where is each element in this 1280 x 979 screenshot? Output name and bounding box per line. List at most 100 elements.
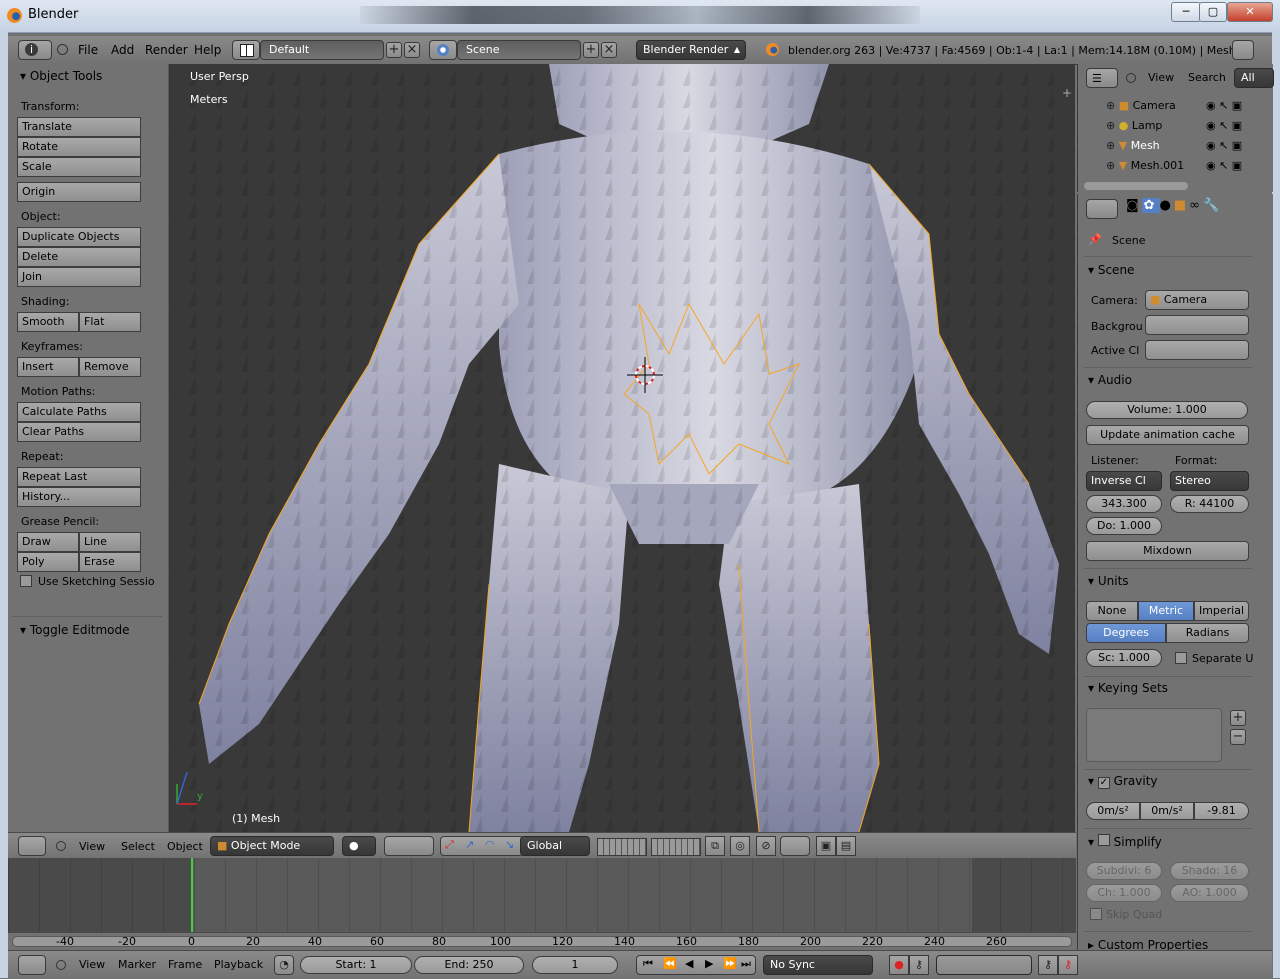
duplicate-objects-button[interactable]: Duplicate Objects — [17, 227, 141, 247]
play-reverse-icon[interactable]: ◀ — [685, 957, 693, 970]
modifiers-tab-icon[interactable]: 🔧 — [1203, 198, 1222, 213]
separate-units-checkbox[interactable] — [1175, 652, 1187, 664]
snap-element-dropdown[interactable] — [780, 836, 810, 856]
active-clip-field[interactable] — [1145, 340, 1249, 360]
3d-viewport[interactable]: User Persp Meters (1) Mesh y + — [169, 64, 1075, 832]
eye-icon[interactable]: ◉ ↖ ▣ — [1206, 96, 1242, 116]
draw-button[interactable]: Draw — [17, 532, 79, 552]
timeline-menu-playback[interactable]: Playback — [214, 958, 263, 971]
subdivision-field[interactable]: Subdivi: 6 — [1086, 862, 1162, 880]
scene-tab-icon[interactable]: ✿ — [1141, 198, 1160, 213]
editor-type-outliner-button[interactable]: ☰ — [1086, 68, 1118, 88]
gravity-z-field[interactable]: -9.81 — [1194, 802, 1249, 820]
smooth-button[interactable]: Smooth — [17, 312, 79, 332]
outliner-menu-search[interactable]: Search — [1188, 71, 1226, 84]
child-particles-field[interactable]: Ch: 1.000 — [1086, 884, 1162, 902]
layer-buttons-right[interactable] — [651, 838, 701, 856]
minimize-button[interactable]: ─ — [1171, 2, 1201, 22]
doppler-field[interactable]: Do: 1.000 — [1086, 517, 1162, 535]
scale-manipulator-icon[interactable]: ◠ — [485, 838, 495, 851]
screen-layout-icon[interactable] — [232, 40, 260, 60]
playback-controls[interactable]: ⏮ ⏪ ◀ ▶ ⏩ ⏭ — [636, 955, 756, 975]
degrees-button[interactable]: Degrees — [1086, 623, 1166, 643]
outliner-filter-dropdown[interactable]: All Sce — [1234, 68, 1274, 88]
sketching-session-checkbox[interactable] — [20, 575, 32, 587]
menu-render[interactable]: Render — [145, 43, 188, 57]
repeat-last-button[interactable]: Repeat Last — [17, 467, 141, 487]
rotate-manipulator-icon[interactable]: ↗ — [465, 838, 474, 851]
outliner-item-mesh[interactable]: ⊕ ▼ Mesh ◉ ↖ ▣ — [1106, 136, 1266, 156]
jump-start-icon[interactable]: ⏮ — [643, 957, 653, 971]
current-frame-field[interactable]: 1 — [532, 956, 618, 974]
next-keyframe-icon[interactable]: ⏩ — [723, 957, 737, 970]
constraints-tab-icon[interactable]: ∞ — [1189, 198, 1203, 213]
start-frame-field[interactable]: Start: 1 — [300, 956, 412, 974]
remove-layout-icon[interactable]: × — [404, 42, 420, 58]
audio-panel-header[interactable]: ▾ Audio — [1088, 373, 1132, 387]
render-engine-dropdown[interactable]: Blender Render ▲ — [636, 40, 746, 60]
gravity-x-field[interactable]: 0m/s² — [1086, 802, 1140, 820]
lock-layers-icon[interactable]: ⧉ — [705, 836, 725, 856]
line-button[interactable]: Line — [79, 532, 141, 552]
editor-type-timeline-button[interactable] — [18, 955, 46, 975]
gravity-y-field[interactable]: 0m/s² — [1140, 802, 1194, 820]
units-panel-header[interactable]: ▾ Units — [1088, 574, 1129, 588]
mixdown-button[interactable]: Mixdown — [1086, 541, 1249, 561]
preview-range-icon[interactable]: ◔ — [274, 955, 294, 975]
insert-keyframe-icon[interactable]: ⚷ — [1038, 955, 1058, 975]
pivot-and-manipulator-icons[interactable] — [384, 836, 434, 856]
ao-bounce-field[interactable]: AO: 1.000 — [1170, 884, 1249, 902]
fullscreen-icon[interactable] — [1232, 40, 1254, 60]
erase-button[interactable]: Erase — [79, 552, 141, 572]
pin-icon[interactable]: 📌 — [1088, 233, 1102, 246]
3d-menu-select[interactable]: Select — [121, 840, 155, 853]
scale-button[interactable]: Scale — [17, 157, 141, 177]
timeline-menu-frame[interactable]: Frame — [168, 958, 202, 971]
sync-mode-dropdown[interactable]: No Sync — [763, 955, 873, 975]
translate-button[interactable]: Translate — [17, 117, 141, 137]
menu-help[interactable]: Help — [194, 43, 221, 57]
remove-keying-set-icon[interactable]: − — [1230, 729, 1246, 745]
interaction-mode-dropdown[interactable]: ■ Object Mode — [210, 836, 334, 856]
editor-type-info-button[interactable]: i — [18, 40, 52, 60]
proportional-edit-icon[interactable]: ◎ — [730, 836, 750, 856]
keying-sets-list[interactable] — [1086, 708, 1222, 762]
world-tab-icon[interactable]: ● — [1160, 198, 1174, 213]
delete-button[interactable]: Delete — [17, 247, 141, 267]
remove-scene-icon[interactable]: × — [601, 42, 617, 58]
eye-icon[interactable]: ◉ ↖ ▣ — [1206, 156, 1242, 176]
outliner-item-camera[interactable]: ⊕ ■ Camera ◉ ↖ ▣ — [1106, 96, 1266, 116]
add-keying-set-icon[interactable]: + — [1230, 710, 1246, 726]
update-animation-cache-button[interactable]: Update animation cache — [1086, 425, 1249, 445]
unit-scale-field[interactable]: Sc: 1.000 — [1086, 649, 1162, 667]
scene-icon[interactable] — [429, 40, 457, 60]
play-icon[interactable]: ▶ — [705, 957, 713, 970]
flat-button[interactable]: Flat — [79, 312, 141, 332]
3d-menu-object[interactable]: Object — [167, 840, 203, 853]
calculate-paths-button[interactable]: Calculate Paths — [17, 402, 141, 422]
eye-icon[interactable]: ◉ ↖ ▣ — [1206, 116, 1242, 136]
editor-type-properties-button[interactable] — [1086, 199, 1118, 219]
toggle-editmode-header[interactable]: ▾ Toggle Editmode — [20, 623, 130, 637]
background-field[interactable] — [1145, 315, 1249, 335]
snap-icon[interactable]: ⊘ — [756, 836, 776, 856]
transform-manipulator-icons[interactable]: ⤢ ↗ ◠ ↘ — [440, 836, 524, 856]
timeline-menu-view[interactable]: View — [79, 958, 105, 971]
screen-layout-field[interactable]: Default — [260, 40, 384, 60]
collapse-menu-icon[interactable] — [56, 960, 66, 970]
listener-dropdown[interactable]: Inverse Cl — [1086, 471, 1162, 491]
clear-paths-button[interactable]: Clear Paths — [17, 422, 141, 442]
poly-button[interactable]: Poly — [17, 552, 79, 572]
opengl-animation-icon[interactable]: ▤ — [836, 836, 856, 856]
simplify-checkbox[interactable] — [1097, 834, 1110, 846]
viewport-shading-dropdown[interactable]: ● — [342, 836, 376, 856]
render-tab-icon[interactable]: ◙ — [1126, 198, 1142, 213]
properties-toggle-plus-icon[interactable]: + — [1062, 86, 1072, 100]
3d-menu-view[interactable]: View — [79, 840, 105, 853]
join-button[interactable]: Join — [17, 267, 141, 287]
camera-field[interactable]: ■ Camera — [1145, 290, 1249, 310]
sample-rate-field[interactable]: R: 44100 — [1170, 495, 1249, 513]
unit-imperial-button[interactable]: Imperial — [1194, 601, 1249, 621]
editor-type-3d-view-button[interactable] — [18, 836, 46, 856]
gravity-panel-header[interactable]: ▾ ✓ Gravity — [1088, 774, 1158, 789]
